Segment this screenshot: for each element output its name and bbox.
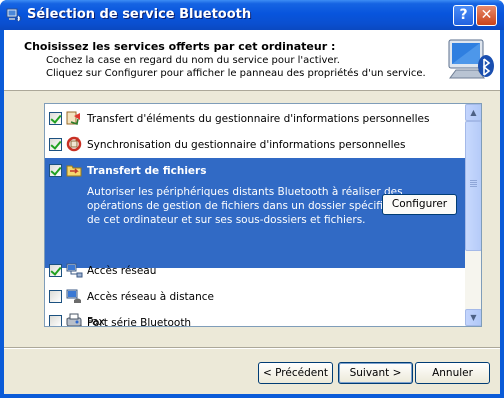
service-description-line: opérations de gestion de fichiers dans u… bbox=[87, 200, 403, 212]
service-label: Transfert d'éléments du gestionnaire d'i… bbox=[87, 113, 430, 125]
close-button[interactable]: ✕ bbox=[476, 5, 497, 26]
bluetooth-computer-icon bbox=[6, 8, 22, 22]
service-description-line: de cet ordinateur et sur ses sous-dossie… bbox=[87, 214, 366, 226]
service-checkbox[interactable] bbox=[49, 112, 62, 125]
title-bar[interactable]: Sélection de service Bluetooth ? ✕ bbox=[0, 0, 504, 30]
scroll-thumb[interactable] bbox=[465, 121, 481, 251]
file-transfer-icon bbox=[66, 165, 82, 177]
dialog-client-area: Choisissez les services offerts par cet … bbox=[4, 30, 500, 394]
bluetooth-monitor-icon bbox=[448, 39, 494, 79]
service-checkbox[interactable] bbox=[49, 264, 62, 277]
service-label: Fax bbox=[87, 316, 105, 326]
services-list[interactable]: Transfert d'éléments du gestionnaire d'i… bbox=[44, 103, 482, 327]
header-instruction-1: Cochez la case en regard du nom du servi… bbox=[46, 55, 340, 66]
cancel-button[interactable]: Annuler bbox=[415, 362, 490, 384]
header-instruction-2: Cliquez sur Configurer pour afficher le … bbox=[46, 68, 426, 79]
next-button[interactable]: Suivant > bbox=[338, 362, 413, 384]
configure-button[interactable]: Configurer bbox=[382, 194, 457, 215]
service-checkbox[interactable] bbox=[49, 290, 62, 303]
service-label: Accès réseau bbox=[87, 265, 157, 277]
list-scrollbar[interactable]: ▲ ▼ bbox=[465, 104, 481, 326]
list-item[interactable]: Fax bbox=[45, 311, 465, 326]
wizard-header: Choisissez les services offerts par cet … bbox=[4, 30, 500, 91]
pim-sync-icon bbox=[66, 136, 82, 152]
dialog-window: Sélection de service Bluetooth ? ✕ Chois… bbox=[0, 0, 504, 398]
service-checkbox[interactable] bbox=[49, 164, 62, 177]
header-title: Choisissez les services offerts par cet … bbox=[24, 40, 336, 53]
list-item[interactable]: Transfert d'éléments du gestionnaire d'i… bbox=[45, 106, 465, 132]
help-button[interactable]: ? bbox=[453, 5, 474, 26]
dialup-networking-icon bbox=[66, 289, 81, 303]
list-item[interactable]: Accès réseau à distance bbox=[45, 284, 465, 310]
service-checkbox[interactable] bbox=[49, 138, 62, 151]
scroll-up-arrow-icon[interactable]: ▲ bbox=[465, 104, 481, 121]
service-description-line: Autoriser les périphériques distants Blu… bbox=[87, 186, 403, 198]
list-item-clip: Fax bbox=[45, 311, 465, 326]
network-access-icon bbox=[66, 263, 83, 278]
fax-icon bbox=[66, 313, 82, 326]
service-label: Synchronisation du gestionnaire d'inform… bbox=[87, 139, 406, 151]
list-item[interactable]: Synchronisation du gestionnaire d'inform… bbox=[45, 132, 465, 158]
window-title: Sélection de service Bluetooth bbox=[27, 7, 252, 22]
pim-transfer-icon bbox=[66, 111, 80, 125]
list-item-selected[interactable]: Transfert de fichiers Autoriser les péri… bbox=[45, 158, 465, 268]
separator bbox=[4, 347, 500, 349]
service-label: Accès réseau à distance bbox=[87, 291, 214, 303]
service-checkbox[interactable] bbox=[49, 315, 62, 326]
scroll-down-arrow-icon[interactable]: ▼ bbox=[465, 309, 481, 326]
service-label: Transfert de fichiers bbox=[87, 165, 207, 177]
scroll-grip-icon bbox=[470, 180, 477, 188]
previous-button[interactable]: < Précédent bbox=[258, 362, 333, 384]
list-item[interactable]: Accès réseau bbox=[45, 258, 465, 284]
